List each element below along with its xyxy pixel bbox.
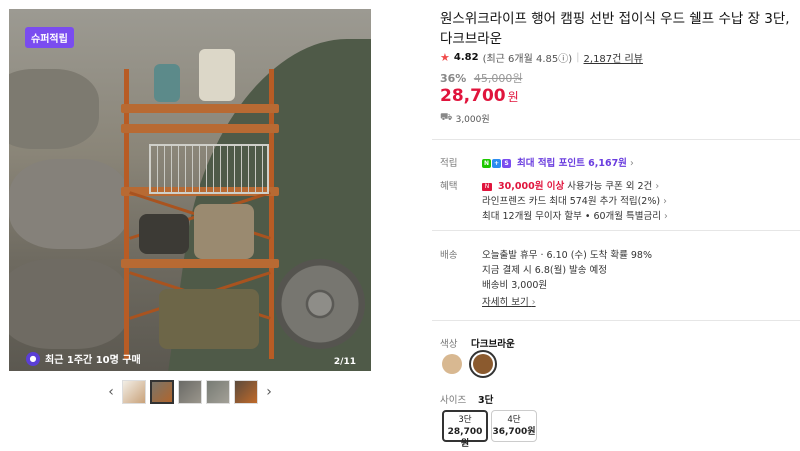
delivery-label: 배송: [440, 250, 458, 261]
review-count-link[interactable]: 2,187건 리뷰: [584, 50, 643, 65]
shelf-board: [121, 124, 279, 133]
divider: |: [576, 52, 580, 63]
color-label: 색상: [440, 339, 458, 350]
shipping-fee: 3,000원: [455, 115, 490, 125]
delivery-line-3: 배송비 3,000원: [482, 280, 548, 291]
sale-price-unit: 원: [507, 90, 519, 104]
perks-label: 혜택: [440, 181, 458, 192]
rock-shape: [9, 159, 129, 249]
delivery-detail-text: 자세히 보기: [482, 297, 529, 308]
membership-icons: N + S: [482, 159, 511, 168]
shipping-fee-row: ⛟ 3,000원: [440, 112, 490, 125]
size-option-name: 3단: [458, 415, 472, 425]
points-row[interactable]: N + S 최대 적립 포인트 6,167원 ›: [482, 155, 634, 169]
thumbnail[interactable]: [234, 380, 258, 404]
shelf-board: [121, 104, 279, 113]
size-value: 3단: [478, 395, 494, 406]
chevron-right-icon: ›: [629, 158, 634, 169]
info-icon[interactable]: ⓘ: [558, 54, 568, 65]
truck-icon: ⛟: [440, 112, 453, 123]
coupon-text: 사용가능 쿠폰 외 2건: [567, 181, 653, 192]
color-swatch-light[interactable]: [442, 354, 462, 374]
chevron-right-icon: ›: [663, 196, 667, 207]
discount-row: 36% 45,000원: [440, 70, 522, 86]
n-pay-icon: N: [482, 159, 491, 168]
divider: [432, 230, 800, 231]
lantern-shape: [154, 64, 180, 102]
installment-text: 최대 12개월 무이자 할부 • 60개월 특별금리: [482, 211, 661, 222]
points-label: 적립: [440, 158, 458, 169]
rating-score: 4.82: [453, 52, 479, 63]
delivery-line-2: 지금 결제 시 6.8(월) 발송 예정: [482, 265, 608, 276]
super-icon: S: [502, 159, 511, 168]
size-option-price: 28,700원: [447, 427, 483, 449]
color-value: 다크브라운: [471, 339, 515, 350]
delivery-detail-link[interactable]: 자세히 보기 ›: [482, 294, 536, 308]
user-icon: ●: [26, 351, 40, 366]
wire-basket: [149, 144, 269, 194]
recent-purchase-badge: ● 최근 1주간 10명 구매: [26, 351, 141, 366]
bag-shape: [139, 214, 189, 254]
image-page-indicator: 2/11: [333, 357, 356, 367]
size-label: 사이즈: [440, 395, 467, 406]
original-price: 45,000원: [473, 72, 523, 85]
chevron-left-icon[interactable]: ‹: [104, 384, 118, 400]
thumbnail[interactable]: [122, 380, 146, 404]
product-main-image[interactable]: 슈퍼적립 ● 최근 1주간 10명 구매 2/11: [9, 9, 371, 371]
rating-recent-close: ): [568, 54, 573, 65]
lantern-shape: [199, 49, 235, 101]
chevron-right-icon: ›: [531, 297, 536, 308]
color-swatch-dark-brown[interactable]: [469, 350, 497, 378]
chevron-right-icon: ›: [655, 181, 660, 192]
star-icon: ★: [440, 51, 450, 64]
super-points-badge: 슈퍼적립: [25, 27, 74, 48]
discount-percent: 36%: [440, 72, 467, 85]
size-option-name: 4단: [507, 415, 521, 425]
thumbnail[interactable]: [150, 380, 174, 404]
product-page: 슈퍼적립 ● 최근 1주간 10명 구매 2/11 ‹ › 원스위크라이프 행어…: [0, 0, 800, 451]
shelf-board: [121, 259, 279, 268]
chevron-right-icon[interactable]: ›: [262, 384, 276, 400]
recent-purchase-text: 최근 1주간 10명 구매: [45, 355, 141, 366]
card-row[interactable]: 라인프렌즈 카드 최대 574원 추가 적립(2%) ›: [482, 193, 667, 207]
coupon-row[interactable]: N 30,000원 이상 사용가능 쿠폰 외 2건 ›: [482, 178, 659, 192]
sale-price: 28,700 원: [440, 86, 519, 106]
thumbnail-strip: ‹ ›: [104, 380, 276, 404]
rock-shape: [9, 259, 129, 349]
fan-shape: [275, 259, 365, 349]
bag-shape: [194, 204, 254, 259]
bag-shape: [159, 289, 259, 349]
divider: [432, 139, 800, 140]
thumbnail[interactable]: [206, 380, 230, 404]
coupon-icon: N: [482, 182, 492, 191]
size-option-3[interactable]: 3단 28,700원: [442, 410, 488, 449]
rating-recent-text: (최근 6개월 4.85: [482, 54, 559, 65]
installment-row[interactable]: 최대 12개월 무이자 할부 • 60개월 특별금리 ›: [482, 208, 668, 222]
rock-shape: [9, 69, 99, 149]
size-option-price: 36,700원: [492, 427, 536, 437]
rating-recent: (최근 6개월 4.85ⓘ): [483, 50, 573, 65]
sale-price-number: 28,700: [440, 86, 506, 106]
thumbnail[interactable]: [178, 380, 202, 404]
plus-icon: +: [492, 159, 501, 168]
delivery-line-1: 오늘출발 휴무 · 6.10 (수) 도착 확률 98%: [482, 250, 652, 261]
rating-row: ★ 4.82 (최근 6개월 4.85ⓘ) | 2,187건 리뷰: [440, 50, 643, 65]
divider: [432, 320, 800, 321]
coupon-amount: 30,000원 이상: [498, 181, 565, 192]
card-text: 라인프렌즈 카드 최대 574원 추가 적립(2%): [482, 196, 661, 207]
size-option-4[interactable]: 4단 36,700원: [491, 410, 537, 442]
product-title: 원스위크라이프 행어 캠핑 선반 접이식 우드 쉘프 수납 장 3단, 다크브라…: [440, 11, 790, 47]
chevron-right-icon: ›: [664, 211, 668, 222]
points-text: 최대 적립 포인트 6,167원: [517, 158, 627, 169]
